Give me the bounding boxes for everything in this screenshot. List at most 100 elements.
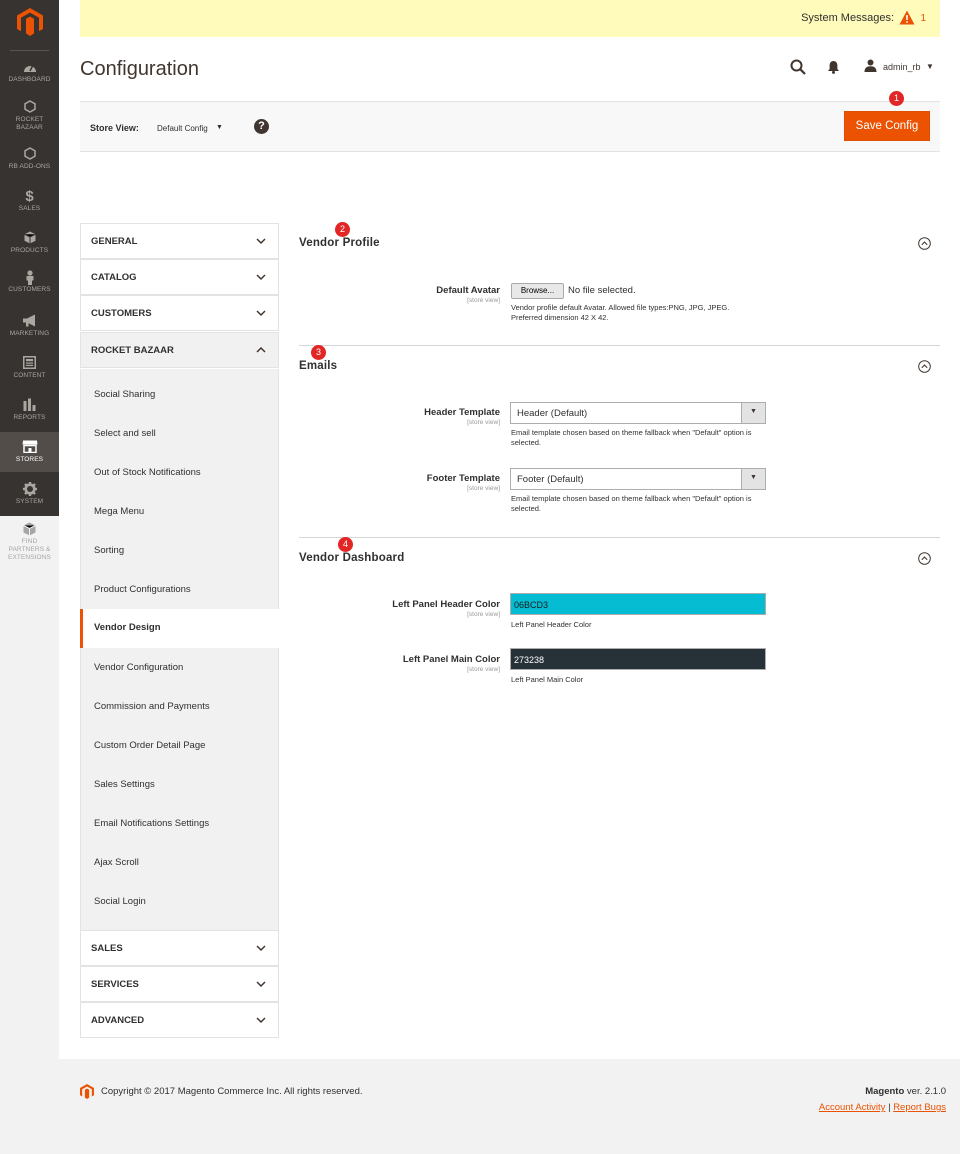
collapse-icon[interactable] [918,360,931,373]
subnav-label: Ajax Scroll [94,857,139,868]
tab-general[interactable]: GENERAL [80,223,279,259]
system-messages-count[interactable]: 1 [920,13,926,24]
section-title-emails[interactable]: Emails [299,360,337,372]
nav-products[interactable]: PRODUCTS [0,231,59,261]
subnav-label: Custom Order Detail Page [94,740,206,751]
nav-content[interactable]: CONTENT [0,356,59,386]
subnav-label: Select and sell [94,428,156,439]
subnav-item-mega-menu[interactable]: Mega Menu [80,493,279,532]
subnav-item-out-of-stock[interactable]: Out of Stock Notifications [80,454,279,493]
nav-find-partners[interactable]: FIND PARTNERS & EXTENSIONS [0,522,59,570]
tab-sales[interactable]: SALES [80,930,279,966]
bell-icon[interactable] [827,60,840,74]
select-value: Footer (Default) [517,474,584,485]
tab-label: CUSTOMERS [91,308,152,319]
tab-catalog[interactable]: CATALOG [80,259,279,295]
chevron-down-icon[interactable]: ▼ [926,62,934,71]
warning-icon[interactable] [899,10,915,25]
nav-rocket-bazaar[interactable]: ROCKET BAZAAR [0,100,59,140]
field-note: Left Panel Header Color [511,620,592,629]
nav-sales[interactable]: $ SALES [0,189,59,219]
subnav-label: Commission and Payments [94,701,210,712]
magento-logo [80,1084,94,1099]
nav-stores[interactable]: STORES [0,432,59,472]
tab-label: SALES [91,943,123,954]
subnav-item-social-sharing[interactable]: Social Sharing [80,376,279,415]
save-config-button[interactable]: Save Config [844,111,930,141]
header-template-select[interactable]: Header (Default) ▼ [510,402,766,424]
field-label-header-color: Left Panel Header Color [392,599,500,610]
version-number: ver. 2.1.0 [904,1086,946,1097]
help-icon[interactable]: ? [254,119,269,134]
nav-customers[interactable]: CUSTOMERS [0,270,59,300]
tab-label: CATALOG [91,272,137,283]
footer-template-select[interactable]: Footer (Default) ▼ [510,468,766,490]
section-divider [299,537,940,538]
nav-marketing[interactable]: MARKETING [0,314,59,344]
nav-label: CONTENT [13,372,46,379]
tab-customers[interactable]: CUSTOMERS [80,295,279,331]
nav-reports[interactable]: REPORTS [0,398,59,428]
nav-label: REPORTS [13,414,46,421]
nav-label: STORES [15,456,44,463]
collapse-icon[interactable] [918,552,931,565]
store-icon [0,440,59,456]
cube-icon [0,522,59,538]
tab-label: ROCKET BAZAAR [91,345,174,356]
store-view-label: Store View: [90,123,139,133]
step-badge: 3 [311,345,326,360]
store-view-switcher[interactable]: Default Config [157,124,208,133]
nav-rb-addons[interactable]: RB ADD-ONS [0,147,59,177]
account-activity-link[interactable]: Account Activity [819,1102,886,1113]
subnav-item-vendor-configuration[interactable]: Vendor Configuration [80,649,279,688]
field-label-header-template: Header Template [424,407,500,418]
subnav-item-email-notifications[interactable]: Email Notifications Settings [80,805,279,844]
sidebar-lower-area [0,516,59,1154]
nav-label: CUSTOMERS [8,286,51,293]
main-color-input[interactable]: 273238 [510,648,766,670]
user-icon[interactable] [864,59,877,72]
subnav-item-custom-order-detail[interactable]: Custom Order Detail Page [80,727,279,766]
field-note: Vendor profile default Avatar. Allowed f… [511,303,730,322]
chevron-down-icon[interactable]: ▼ [216,124,223,131]
subnav-item-vendor-design[interactable]: Vendor Design [80,609,279,648]
nav-label: SYSTEM [15,498,44,505]
subnav-item-social-login[interactable]: Social Login [80,883,279,922]
bar-chart-icon [0,398,59,414]
nav-dashboard[interactable]: DASHBOARD [0,60,59,94]
select-toggle[interactable]: ▼ [741,403,765,423]
tab-advanced[interactable]: ADVANCED [80,1002,279,1038]
subnav-item-commission-payments[interactable]: Commission and Payments [80,688,279,727]
admin-username[interactable]: admin_rb [883,62,921,72]
search-icon[interactable] [790,59,806,75]
collapse-icon[interactable] [918,237,931,250]
subnav-label: Social Login [94,896,146,907]
hexagon-icon [0,100,59,116]
header-color-input[interactable]: 06BCD3 [510,593,766,615]
select-toggle[interactable]: ▼ [741,469,765,489]
tab-services[interactable]: SERVICES [80,966,279,1002]
admin-sidebar: DASHBOARD ROCKET BAZAAR RB ADD-ONS $ SAL… [0,0,59,1154]
nav-system[interactable]: SYSTEM [0,482,59,512]
dollar-icon: $ [25,188,34,205]
section-title-vendor-dashboard[interactable]: Vendor Dashboard [299,552,404,564]
nav-label: ROCKET BAZAAR [15,116,44,131]
chevron-down-icon [256,945,266,952]
subnav-label: Sales Settings [94,779,155,790]
subnav-label: Sorting [94,545,125,556]
report-bugs-link[interactable]: Report Bugs [893,1102,946,1113]
tab-rocket-bazaar[interactable]: ROCKET BAZAAR [80,332,279,368]
system-messages-bar: System Messages: 1 [80,0,940,37]
subnav-item-ajax-scroll[interactable]: Ajax Scroll [80,844,279,883]
system-messages-label[interactable]: System Messages: [801,12,894,24]
brand-name: Magento [865,1086,905,1097]
magento-logo[interactable] [17,8,43,36]
section-title-vendor-profile[interactable]: Vendor Profile [299,237,380,249]
browse-button[interactable]: Browse... [511,283,564,299]
subnav-item-product-configurations[interactable]: Product Configurations [80,571,279,610]
subnav-item-sorting[interactable]: Sorting [80,532,279,571]
subnav-item-select-and-sell[interactable]: Select and sell [80,415,279,454]
subnav-item-sales-settings[interactable]: Sales Settings [80,766,279,805]
version-text: Magento ver. 2.1.0 [865,1086,946,1097]
field-scope: [store view] [467,419,500,426]
